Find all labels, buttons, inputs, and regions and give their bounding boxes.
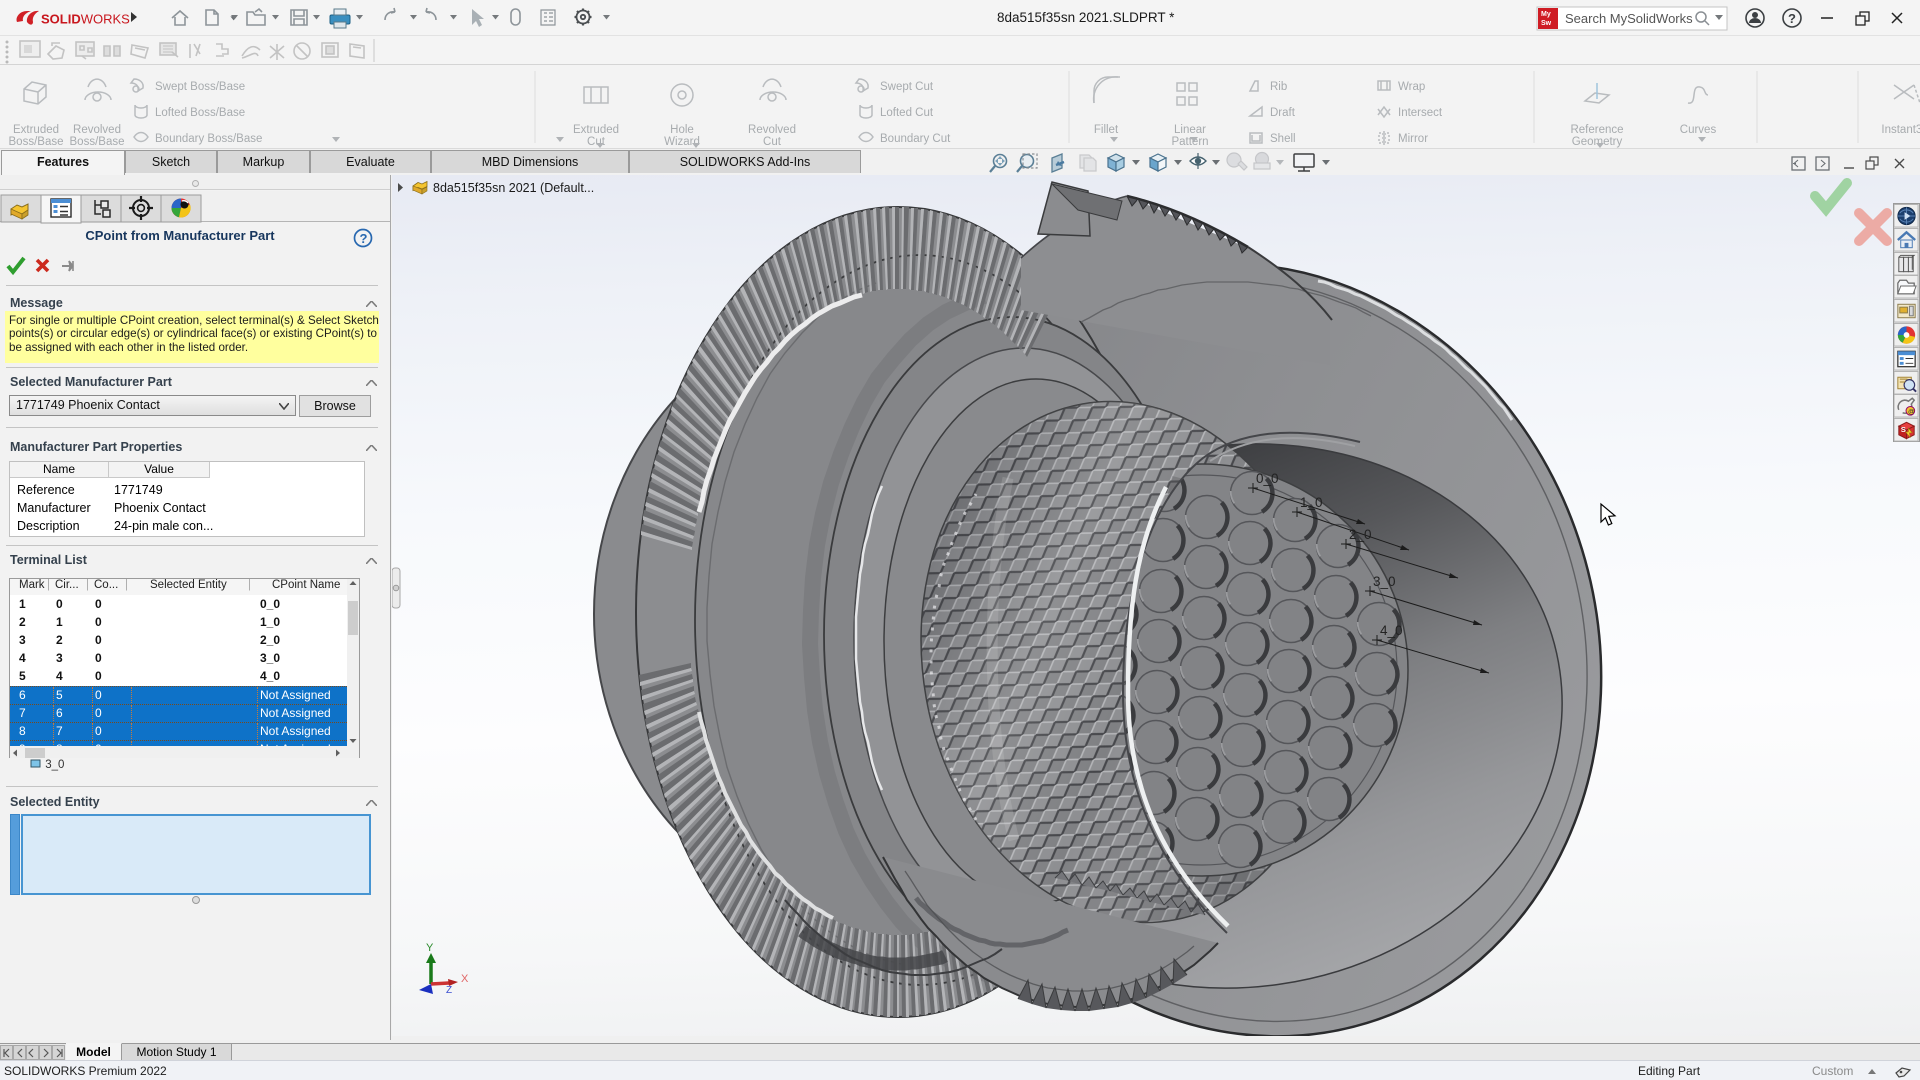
svg-text:Y: Y	[426, 942, 434, 954]
svg-text:Curves: Curves	[1680, 124, 1717, 136]
svg-text:Boss/Base: Boss/Base	[70, 136, 125, 148]
svg-text:X: X	[461, 973, 469, 985]
svg-text:Boundary Boss/Base: Boundary Boss/Base	[155, 133, 262, 145]
svg-text:8da515f35sn 2021.SLDPRT *: 8da515f35sn 2021.SLDPRT *	[997, 10, 1175, 25]
svg-text:SOLIDWORKS: SOLIDWORKS	[41, 12, 130, 27]
svg-text:2_0: 2_0	[1349, 527, 1372, 542]
svg-text:Geometry: Geometry	[1572, 136, 1623, 148]
svg-text:Fillet: Fillet	[1094, 124, 1119, 136]
svg-text:Lofted Boss/Base: Lofted Boss/Base	[155, 107, 245, 119]
svg-text:Cut: Cut	[587, 136, 606, 148]
svg-text:Boundary Cut: Boundary Cut	[880, 133, 951, 145]
svg-text:Search MySolidWorks: Search MySolidWorks	[1565, 11, 1693, 26]
svg-text:Pattern: Pattern	[1171, 136, 1208, 148]
svg-text:1_0: 1_0	[1300, 495, 1323, 510]
svg-text:Extruded: Extruded	[13, 124, 59, 136]
svg-text:Revolved: Revolved	[748, 124, 796, 136]
svg-text:Sw: Sw	[1541, 20, 1552, 27]
svg-text:Boss/Base: Boss/Base	[9, 136, 64, 148]
svg-text:Lofted Cut: Lofted Cut	[880, 107, 934, 119]
svg-text:?: ?	[360, 231, 368, 246]
svg-text:Cut: Cut	[763, 136, 782, 148]
svg-text:@: @	[1908, 409, 1915, 416]
svg-text:My: My	[1541, 11, 1551, 18]
svg-text:Z: Z	[446, 985, 452, 996]
svg-text:0_0: 0_0	[1256, 471, 1279, 486]
svg-text:Wizard: Wizard	[664, 136, 700, 148]
svg-text:Revolved: Revolved	[73, 124, 121, 136]
svg-text:Swept Cut: Swept Cut	[880, 81, 934, 93]
svg-text:Intersect: Intersect	[1398, 107, 1443, 119]
svg-text:Instant3D: Instant3D	[1881, 124, 1920, 136]
svg-text:Reference: Reference	[1570, 124, 1623, 136]
svg-text:Swept Boss/Base: Swept Boss/Base	[155, 81, 245, 93]
svg-text:Wrap: Wrap	[1398, 81, 1425, 93]
svg-text:8da515f35sn 2021 (Default...: 8da515f35sn 2021 (Default...	[433, 181, 594, 195]
svg-text:Draft: Draft	[1270, 107, 1296, 119]
svg-text:S: S	[1901, 425, 1906, 434]
svg-text:Rib: Rib	[1270, 81, 1287, 93]
svg-text:3_0: 3_0	[1373, 574, 1396, 589]
svg-text:4_0: 4_0	[1380, 623, 1403, 638]
svg-text:Hole: Hole	[670, 124, 694, 136]
svg-text:Linear: Linear	[1174, 124, 1206, 136]
svg-text:?: ?	[1788, 11, 1796, 26]
svg-text:Extruded: Extruded	[573, 124, 619, 136]
svg-text:Shell: Shell	[1270, 133, 1296, 145]
svg-text:Mirror: Mirror	[1398, 133, 1428, 145]
